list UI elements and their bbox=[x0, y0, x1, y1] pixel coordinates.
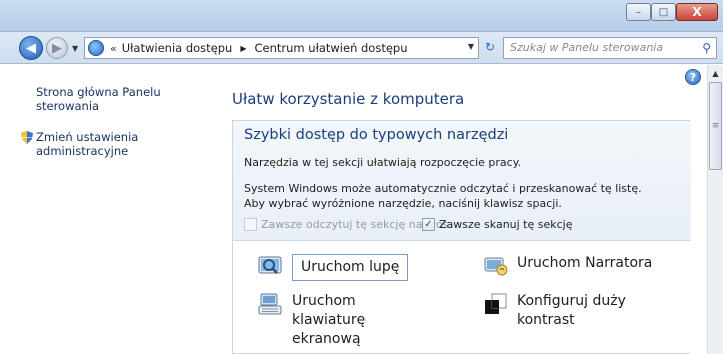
minimize-button[interactable]: – bbox=[626, 3, 651, 21]
always-read-checkbox-label: Zawsze odczytuj tę sekcję na głos bbox=[261, 218, 449, 231]
search-icon[interactable]: ⚲ bbox=[702, 41, 711, 55]
vertical-scrollbar[interactable]: ▲ ≡ bbox=[707, 65, 723, 354]
page-title: Ułatw korzystanie z komputera bbox=[232, 90, 465, 108]
title-bar: – □ X bbox=[0, 0, 723, 32]
scroll-up-arrow-icon[interactable]: ▲ bbox=[708, 65, 723, 81]
tool-high-contrast[interactable]: Konfiguruj duży kontrast bbox=[483, 292, 637, 330]
breadcrumb-prefix[interactable]: « bbox=[110, 42, 117, 55]
tool-on-screen-keyboard-label[interactable]: Uruchom klawiaturę ekranową bbox=[292, 292, 432, 349]
address-bar[interactable]: « Ułatwienia dostępu ▶ Centrum ułatwień … bbox=[84, 37, 479, 59]
always-scan-checkbox-label[interactable]: Zawsze skanuj tę sekcję bbox=[439, 218, 573, 231]
tool-high-contrast-label[interactable]: Konfiguruj duży kontrast bbox=[517, 292, 637, 330]
tool-narrator-label[interactable]: Uruchom Narratora bbox=[517, 254, 652, 273]
always-read-checkbox[interactable] bbox=[244, 218, 257, 231]
close-button[interactable]: X bbox=[676, 3, 718, 21]
arrow-right-icon: ▶ bbox=[52, 40, 62, 56]
narrator-icon bbox=[484, 257, 508, 276]
left-pane: Strona główna Panelu sterowania Zmień us… bbox=[0, 65, 216, 354]
always-scan-checkbox-row: ✓ Zawsze skanuj tę sekcję bbox=[422, 218, 573, 231]
panel-title: Szybki dostęp do typowych narzędzi bbox=[244, 127, 509, 143]
recent-pages-dropdown[interactable]: ▼ bbox=[72, 44, 78, 53]
control-panel-icon bbox=[88, 40, 104, 56]
contrast-icon bbox=[485, 293, 507, 314]
magnifier-icon bbox=[258, 256, 282, 274]
breadcrumb-separator-icon[interactable]: ▶ bbox=[240, 44, 246, 53]
help-icon[interactable]: ? bbox=[685, 69, 701, 85]
navigation-bar: ◀ ▶ ▼ « Ułatwienia dostępu ▶ Centrum uła… bbox=[0, 32, 723, 64]
scrollbar-thumb[interactable]: ≡ bbox=[709, 82, 722, 170]
breadcrumb-item-accessibility[interactable]: Ułatwienia dostępu bbox=[122, 41, 233, 55]
quick-access-panel: Szybki dostęp do typowych narzędzi Narzę… bbox=[232, 120, 691, 354]
refresh-icon: ↻ bbox=[484, 40, 496, 54]
breadcrumb-item-ease-of-access-center[interactable]: Centrum ułatwień dostępu bbox=[255, 41, 408, 55]
address-dropdown-icon[interactable]: ▼ bbox=[468, 42, 474, 51]
tool-magnifier-label[interactable]: Uruchom lupę bbox=[292, 254, 409, 281]
tool-magnifier[interactable]: Uruchom lupę bbox=[258, 254, 409, 281]
sidebar-link-control-panel-home[interactable]: Strona główna Panelu sterowania bbox=[36, 85, 186, 113]
main-pane: ? Ułatw korzystanie z komputera Szybki d… bbox=[216, 65, 707, 354]
quick-access-panel-header: Szybki dostęp do typowych narzędzi Narzę… bbox=[233, 121, 691, 241]
shield-icon bbox=[21, 131, 33, 144]
sidebar-link-change-admin-settings[interactable]: Zmień ustawienia administracyjne bbox=[36, 130, 186, 158]
tool-narrator[interactable]: Uruchom Narratora bbox=[483, 254, 652, 278]
always-read-checkbox-row: Zawsze odczytuj tę sekcję na głos bbox=[244, 218, 449, 231]
tool-on-screen-keyboard[interactable]: Uruchom klawiaturę ekranową bbox=[258, 292, 432, 349]
forward-button[interactable]: ▶ bbox=[46, 37, 68, 59]
refresh-button[interactable]: ↻ bbox=[482, 40, 498, 56]
arrow-left-icon: ◀ bbox=[26, 40, 36, 56]
maximize-button[interactable]: □ bbox=[651, 3, 676, 21]
keyboard-icon bbox=[258, 293, 282, 315]
search-box[interactable]: ⚲ bbox=[503, 37, 717, 59]
panel-info-text: System Windows może automatycznie odczyt… bbox=[244, 182, 642, 210]
search-input[interactable] bbox=[510, 41, 690, 54]
back-button[interactable]: ◀ bbox=[19, 36, 43, 60]
always-scan-checkbox[interactable]: ✓ bbox=[422, 218, 435, 231]
panel-description: Narzędzia w tej sekcji ułatwiają rozpocz… bbox=[244, 156, 522, 169]
